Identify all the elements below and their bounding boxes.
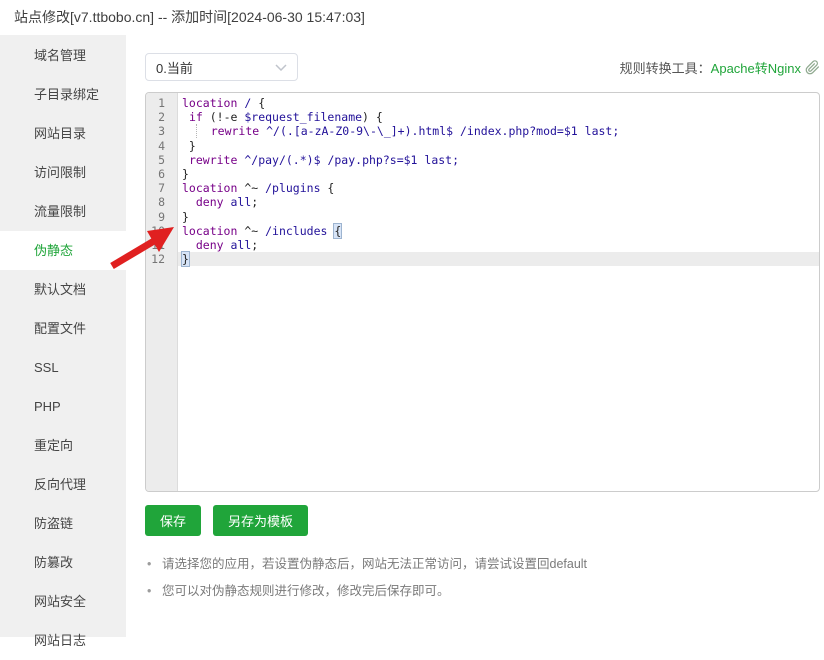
sidebar-item-ssl[interactable]: SSL (0, 348, 126, 387)
rule-converter: 规则转换工具： Apache转Nginx (620, 53, 820, 81)
sidebar-item-access-limit[interactable]: 访问限制 (0, 153, 126, 192)
sidebar-item-tamper-proof[interactable]: 防篡改 (0, 543, 126, 582)
code-line: rewrite ^/pay/(.*)$ /pay.php?s=$1 last; (178, 153, 819, 167)
template-select[interactable]: 0.当前 (145, 53, 298, 81)
code-line: } (178, 167, 819, 181)
sidebar-item-config-file[interactable]: 配置文件 (0, 309, 126, 348)
page-title: 站点修改[v7.ttbobo.cn] -- 添加时间[2024-06-30 15… (0, 0, 365, 35)
sidebar-item-reverse-proxy[interactable]: 反向代理 (0, 465, 126, 504)
save-button[interactable]: 保存 (145, 505, 201, 536)
sidebar-item-rewrite[interactable]: 伪静态 (0, 231, 126, 270)
line-number-gutter: 123456789101112 (146, 93, 178, 491)
line-number: 1 (146, 96, 177, 110)
sidebar: 域名管理子目录绑定网站目录访问限制流量限制伪静态默认文档配置文件SSLPHP重定… (0, 35, 126, 637)
code-line: } (178, 252, 819, 266)
converter-label: 规则转换工具： (620, 58, 711, 77)
content-panel: 0.当前 规则转换工具： Apache转Nginx 12345678910111… (126, 35, 824, 637)
notes-list: 请选择您的应用，若设置伪静态后，网站无法正常访问，请尝试设置回default 您可… (147, 556, 587, 610)
template-select-value: 0.当前 (156, 58, 193, 77)
rewrite-rules-editor[interactable]: 123456789101112 location / { if (!-e $re… (145, 92, 820, 492)
code-line: location / { (178, 96, 819, 110)
sidebar-item-redirect[interactable]: 重定向 (0, 426, 126, 465)
code-line: rewrite ^/(.[a-zA-Z0-9\-\_]+).html$ /ind… (178, 124, 819, 138)
code-line: deny all; (178, 238, 819, 252)
sidebar-item-site-security[interactable]: 网站安全 (0, 582, 126, 621)
line-number: 2 (146, 110, 177, 124)
code-line: if (!-e $request_filename) { (178, 110, 819, 124)
dialog-titlebar: 站点修改[v7.ttbobo.cn] -- 添加时间[2024-06-30 15… (0, 0, 824, 35)
code-line: location ^~ /includes { (178, 224, 819, 238)
sidebar-item-domain-manage[interactable]: 域名管理 (0, 36, 126, 75)
chevron-down-icon (275, 64, 287, 71)
sidebar-item-site-logs[interactable]: 网站日志 (0, 621, 126, 660)
line-number: 3 (146, 124, 177, 138)
line-number: 12 (146, 252, 177, 266)
paperclip-icon[interactable] (805, 60, 820, 75)
line-number: 8 (146, 195, 177, 209)
line-number: 4 (146, 139, 177, 153)
line-number: 5 (146, 153, 177, 167)
code-line: } (178, 210, 819, 224)
sidebar-item-hotlink-protect[interactable]: 防盗链 (0, 504, 126, 543)
sidebar-item-site-dir[interactable]: 网站目录 (0, 114, 126, 153)
line-number: 11 (146, 238, 177, 252)
sidebar-item-subdir-bind[interactable]: 子目录绑定 (0, 75, 126, 114)
line-number: 7 (146, 181, 177, 195)
code-area[interactable]: location / { if (!-e $request_filename) … (178, 93, 819, 491)
sidebar-item-default-doc[interactable]: 默认文档 (0, 270, 126, 309)
converter-link[interactable]: Apache转Nginx (711, 58, 801, 77)
code-line: location ^~ /plugins { (178, 181, 819, 195)
line-number: 9 (146, 210, 177, 224)
code-line: deny all; (178, 195, 819, 209)
sidebar-item-php[interactable]: PHP (0, 387, 126, 426)
note-item: 请选择您的应用，若设置伪静态后，网站无法正常访问，请尝试设置回default (147, 556, 587, 572)
note-item: 您可以对伪静态规则进行修改，修改完后保存即可。 (147, 583, 587, 599)
line-number: 6 (146, 167, 177, 181)
code-line: } (178, 139, 819, 153)
action-buttons: 保存 另存为模板 (145, 505, 308, 536)
save-as-template-button[interactable]: 另存为模板 (213, 505, 308, 536)
sidebar-item-traffic-limit[interactable]: 流量限制 (0, 192, 126, 231)
line-number: 10 (146, 224, 177, 238)
